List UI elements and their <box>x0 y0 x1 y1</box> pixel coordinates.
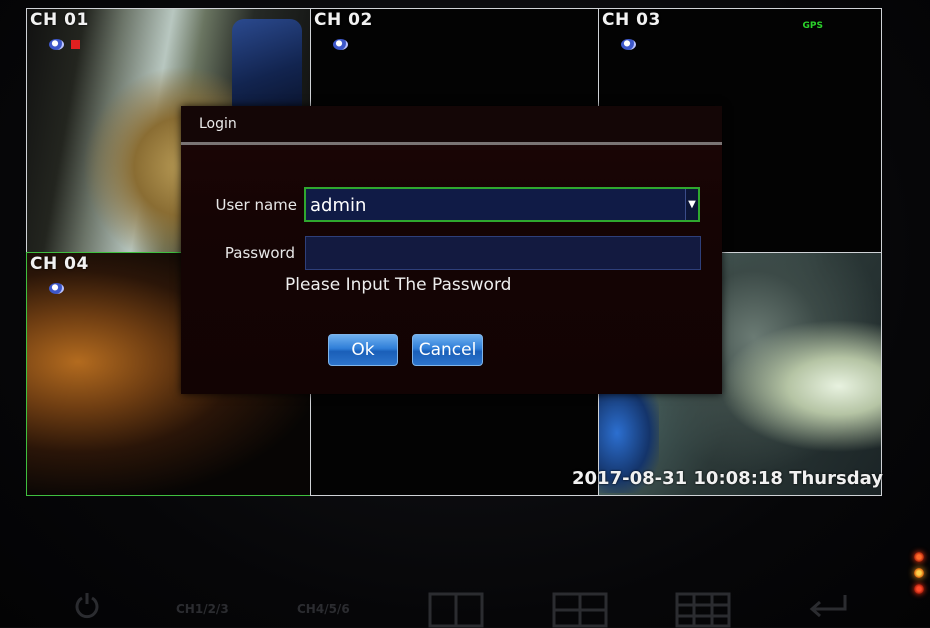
channel-label: CH 04 <box>30 254 89 274</box>
datetime-overlay: 2017-08-31 10:08:18 Thursday <box>572 468 883 489</box>
password-label: Password <box>224 244 295 262</box>
channel-label: CH 03 <box>602 10 661 30</box>
return-icon[interactable] <box>805 591 849 621</box>
dialog-divider <box>181 142 722 145</box>
cancel-button[interactable]: Cancel <box>412 334 483 366</box>
status-leds <box>914 552 924 600</box>
record-icon <box>49 283 64 294</box>
dvr-monitor: CH 01 CH 02 CH 03 GPS CH 04 2017-08-31 1… <box>0 0 930 628</box>
ch123-button[interactable]: CH1/2/3 <box>176 602 229 616</box>
ok-button[interactable]: Ok <box>328 334 398 366</box>
username-label: User name <box>215 196 298 214</box>
split-4-icon[interactable] <box>552 592 608 628</box>
record-icon <box>49 39 64 50</box>
power-icon[interactable] <box>72 590 102 620</box>
channel-label: CH 02 <box>314 10 373 30</box>
led-indicator <box>914 584 924 594</box>
username-select[interactable]: admin ▼ <box>304 187 700 222</box>
ch456-button[interactable]: CH4/5/6 <box>297 602 350 616</box>
gps-indicator: GPS <box>802 21 823 31</box>
dialog-header: Login <box>181 106 722 142</box>
dialog-title: Login <box>199 116 237 132</box>
dropdown-arrow-icon[interactable]: ▼ <box>685 189 698 220</box>
username-value: admin <box>310 195 367 216</box>
login-dialog: Login User name admin ▼ Password Please … <box>181 106 722 394</box>
alarm-icon <box>71 40 80 49</box>
password-input[interactable] <box>305 236 701 270</box>
channel-label: CH 01 <box>30 10 89 30</box>
record-icon <box>621 39 636 50</box>
password-hint: Please Input The Password <box>285 275 512 295</box>
split-2-icon[interactable] <box>428 592 484 628</box>
led-indicator <box>914 568 924 578</box>
led-indicator <box>914 552 924 562</box>
split-9-icon[interactable] <box>675 592 731 628</box>
record-icon <box>333 39 348 50</box>
